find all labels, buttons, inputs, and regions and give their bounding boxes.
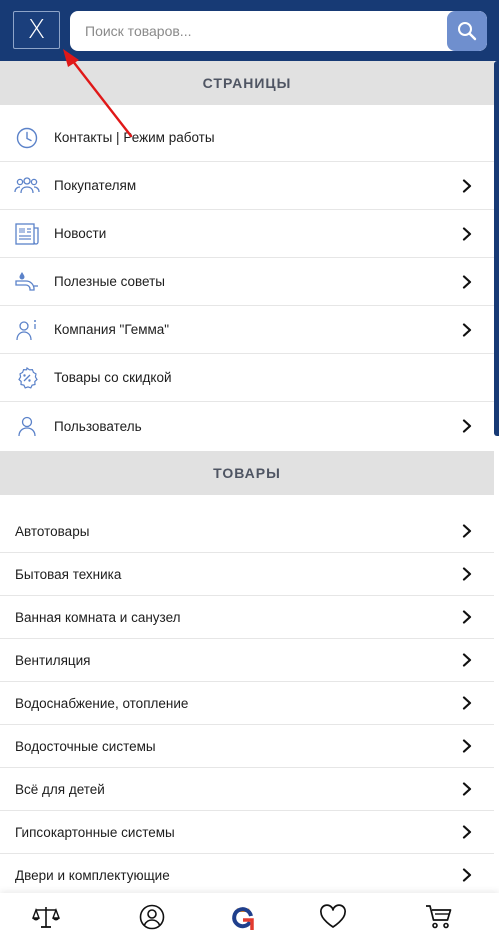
account-button[interactable] (137, 903, 167, 931)
search-box (70, 11, 487, 51)
home-button[interactable] (228, 903, 258, 931)
goods-item-label: Водосточные системы (15, 738, 156, 754)
search-button[interactable] (447, 11, 487, 51)
favorites-icon (320, 904, 346, 928)
customers-icon (14, 174, 40, 198)
company-info-icon (14, 318, 40, 342)
page-item-label: Новости (54, 226, 107, 241)
goods-item[interactable]: Двери и комплектующие (0, 854, 494, 897)
page-item-label: Покупателям (54, 178, 137, 193)
cart-icon (426, 905, 452, 929)
goods-item[interactable]: Вентиляция (0, 639, 494, 682)
goods-item-label: Гипсокартонные системы (15, 824, 175, 840)
chevron-right-icon (462, 782, 472, 796)
newspaper-icon (14, 222, 40, 246)
pages-section-title: СТРАНИЦЫ (0, 61, 494, 105)
goods-item[interactable]: Водоснабжение, отопление (0, 682, 494, 725)
pages-title-text: СТРАНИЦЫ (202, 75, 292, 91)
search-input[interactable] (70, 11, 440, 51)
goods-section-title: ТОВАРЫ (0, 451, 494, 495)
chevron-right-icon (462, 739, 472, 753)
account-icon (139, 904, 165, 930)
page-item-label: Пользователь (54, 418, 142, 434)
pages-list: Контакты | Режим работы Покупателям Ново… (0, 114, 494, 450)
page-item-label: Полезные советы (54, 274, 165, 289)
goods-item-label: Автотовары (15, 523, 90, 539)
chevron-right-icon (462, 524, 472, 538)
goods-item-label: Вентиляция (15, 652, 91, 668)
chevron-right-icon (462, 610, 472, 624)
favorites-button[interactable] (318, 903, 348, 931)
goods-item-label: Ванная комната и санузел (15, 609, 181, 625)
search-icon (458, 22, 477, 41)
goods-item[interactable]: Бытовая техника (0, 553, 494, 596)
page-item-contacts[interactable]: Контакты | Режим работы (0, 114, 494, 162)
cart-button[interactable] (424, 903, 454, 931)
goods-list: Автотовары Бытовая техника Ванная комнат… (0, 510, 494, 897)
page-item-label: Товары со скидкой (54, 370, 172, 385)
chevron-right-icon (462, 653, 472, 667)
page-item-news[interactable]: Новости (0, 210, 494, 258)
chevron-right-icon (462, 868, 472, 882)
menu-scrollbar[interactable] (494, 61, 499, 436)
goods-item[interactable]: Ванная комната и санузел (0, 596, 494, 639)
chevron-right-icon (462, 274, 472, 289)
goods-item-label: Бытовая техника (15, 566, 122, 582)
page-item-tips[interactable]: Полезные советы (0, 258, 494, 306)
goods-title-text: ТОВАРЫ (213, 465, 281, 481)
compare-icon (32, 907, 60, 928)
page-item-user[interactable]: Пользователь (0, 402, 494, 450)
page-item-discount[interactable]: Товары со скидкой (0, 354, 494, 402)
goods-item-label: Двери и комплектующие (15, 867, 170, 883)
close-label: X (27, 15, 46, 45)
page-item-customers[interactable]: Покупателям (0, 162, 494, 210)
faucet-icon (14, 270, 40, 294)
page-item-label: Контакты | Режим работы (54, 130, 215, 145)
chevron-right-icon (462, 419, 472, 433)
goods-item[interactable]: Водосточные системы (0, 725, 494, 768)
chevron-right-icon (462, 226, 472, 241)
user-icon (14, 414, 40, 438)
discount-icon (14, 366, 40, 390)
goods-item[interactable]: Гипсокартонные системы (0, 811, 494, 854)
page-item-label: Компания "Гемма" (54, 322, 170, 337)
chevron-right-icon (462, 825, 472, 839)
chevron-right-icon (462, 178, 472, 193)
chevron-right-icon (462, 567, 472, 581)
goods-item[interactable]: Всё для детей (0, 768, 494, 811)
clock-icon (14, 126, 40, 150)
chevron-right-icon (462, 696, 472, 710)
close-menu-button[interactable]: X (13, 11, 60, 49)
chevron-right-icon (462, 322, 472, 337)
goods-item[interactable]: Автотовары (0, 510, 494, 553)
top-header: X (0, 0, 499, 61)
goods-item-label: Всё для детей (15, 781, 105, 797)
compare-button[interactable] (31, 903, 61, 931)
bottom-navigation (0, 893, 499, 940)
page-item-company[interactable]: Компания "Гемма" (0, 306, 494, 354)
home-logo-icon (232, 907, 254, 930)
goods-item-label: Водоснабжение, отопление (15, 695, 189, 711)
